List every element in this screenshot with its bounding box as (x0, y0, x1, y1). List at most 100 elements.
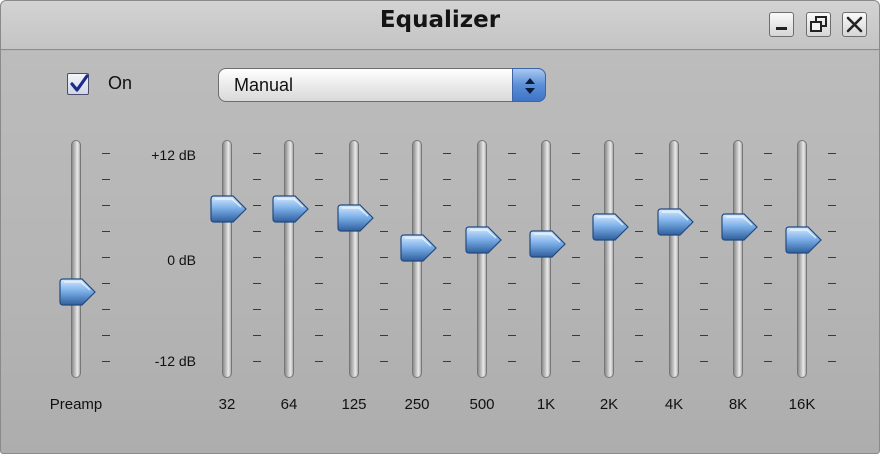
scale-label-middle: 0 dB (167, 252, 196, 268)
band-slider-32-tick (253, 205, 261, 206)
preset-dropdown-button[interactable] (512, 68, 546, 102)
band-slider-16k-track[interactable] (797, 140, 807, 378)
preamp-slider-knob[interactable] (59, 277, 97, 307)
band-slider-8k-tick (764, 309, 772, 310)
band-slider-4k-tick (700, 361, 708, 362)
on-label[interactable]: On (108, 73, 132, 94)
band-slider-250-tick (443, 335, 451, 336)
band-slider-64-track[interactable] (284, 140, 294, 378)
band-slider-500-knob[interactable] (465, 225, 503, 255)
band-slider-16k-tick (828, 153, 836, 154)
band-slider-16k-tick (828, 179, 836, 180)
band-slider-500-track[interactable] (477, 140, 487, 378)
preamp-slider-label: Preamp (49, 396, 103, 413)
band-slider-8k-tick (764, 153, 772, 154)
band-slider-4k-tick (700, 257, 708, 258)
title-divider (1, 49, 879, 50)
scale-label-top: +12 dB (151, 147, 196, 163)
band-slider-8k-tick (764, 257, 772, 258)
band-slider-500-tick (508, 179, 516, 180)
band-slider-64-knob[interactable] (272, 194, 310, 224)
minimize-button[interactable] (769, 12, 794, 37)
band-slider-64-tick (315, 361, 323, 362)
preamp-tick (102, 283, 110, 284)
band-slider-2k-tick (635, 309, 643, 310)
band-slider-500-tick (508, 283, 516, 284)
band-slider-500-tick (508, 205, 516, 206)
band-slider-2k-tick (635, 257, 643, 258)
band-slider-250-tick (443, 257, 451, 258)
band-slider-1k-tick (572, 205, 580, 206)
band-slider-1k-tick (572, 361, 580, 362)
band-slider-32-knob[interactable] (210, 194, 248, 224)
preamp-tick (102, 257, 110, 258)
band-slider-64-tick (315, 205, 323, 206)
band-slider-64-tick (315, 335, 323, 336)
band-slider-500-tick (508, 309, 516, 310)
band-slider-1k-tick (572, 153, 580, 154)
close-button[interactable] (842, 12, 867, 37)
band-slider-8k-label: 8K (728, 396, 748, 413)
window-title: Equalizer (379, 7, 501, 33)
band-slider-16k-tick (828, 283, 836, 284)
band-slider-8k-tick (764, 361, 772, 362)
band-slider-1k-track[interactable] (541, 140, 551, 378)
band-slider-125-tick (380, 153, 388, 154)
band-slider-250-knob[interactable] (400, 233, 438, 263)
preset-dropdown[interactable]: Manual (218, 68, 546, 102)
band-slider-8k-track[interactable] (733, 140, 743, 378)
scale-label-bottom: -12 dB (154, 353, 196, 369)
band-slider-16k-tick (828, 257, 836, 258)
band-slider-125-tick (380, 335, 388, 336)
preamp-tick (102, 231, 110, 232)
dropdown-arrows-icon (525, 78, 535, 94)
title-bar[interactable]: Equalizer (1, 1, 879, 49)
band-slider-1k-tick (572, 335, 580, 336)
maximize-button[interactable] (806, 12, 831, 37)
band-slider-4k-tick (700, 309, 708, 310)
band-slider-2k-knob[interactable] (592, 212, 630, 242)
band-slider-4k-tick (700, 205, 708, 206)
band-slider-500-tick (508, 153, 516, 154)
band-slider-125-tick (380, 257, 388, 258)
band-slider-2k-label: 2K (599, 396, 619, 413)
band-slider-1k-tick (572, 179, 580, 180)
band-slider-4k-tick (700, 153, 708, 154)
on-checkbox[interactable] (67, 73, 89, 95)
band-slider-4k-tick (700, 335, 708, 336)
band-slider-125-tick (380, 205, 388, 206)
preamp-slider-track[interactable] (71, 140, 81, 378)
band-slider-32-track[interactable] (222, 140, 232, 378)
band-slider-64-tick (315, 153, 323, 154)
band-slider-250-tick (443, 153, 451, 154)
band-slider-16k-label: 16K (788, 396, 816, 413)
band-slider-2k-tick (635, 335, 643, 336)
band-slider-32-tick (253, 257, 261, 258)
preamp-tick (102, 309, 110, 310)
band-slider-2k-tick (635, 283, 643, 284)
band-slider-4k-tick (700, 179, 708, 180)
band-slider-250-tick (443, 309, 451, 310)
band-slider-1k-tick (572, 309, 580, 310)
band-slider-125-track[interactable] (349, 140, 359, 378)
band-slider-16k-tick (828, 361, 836, 362)
band-slider-8k-knob[interactable] (721, 212, 759, 242)
band-slider-8k-tick (764, 205, 772, 206)
band-slider-4k-tick (700, 231, 708, 232)
band-slider-500-tick (508, 257, 516, 258)
band-slider-2k-tick (635, 205, 643, 206)
band-slider-32-tick (253, 361, 261, 362)
band-slider-16k-knob[interactable] (785, 225, 823, 255)
band-slider-250-tick (443, 179, 451, 180)
band-slider-64-tick (315, 309, 323, 310)
band-slider-1k-knob[interactable] (529, 229, 567, 259)
band-slider-64-tick (315, 283, 323, 284)
band-slider-4k-track[interactable] (669, 140, 679, 378)
band-slider-1k-tick (572, 257, 580, 258)
band-slider-16k-tick (828, 335, 836, 336)
band-slider-2k-tick (635, 153, 643, 154)
band-slider-125-knob[interactable] (337, 203, 375, 233)
band-slider-4k-knob[interactable] (657, 207, 695, 237)
band-slider-2k-track[interactable] (604, 140, 614, 378)
band-slider-32-tick (253, 153, 261, 154)
